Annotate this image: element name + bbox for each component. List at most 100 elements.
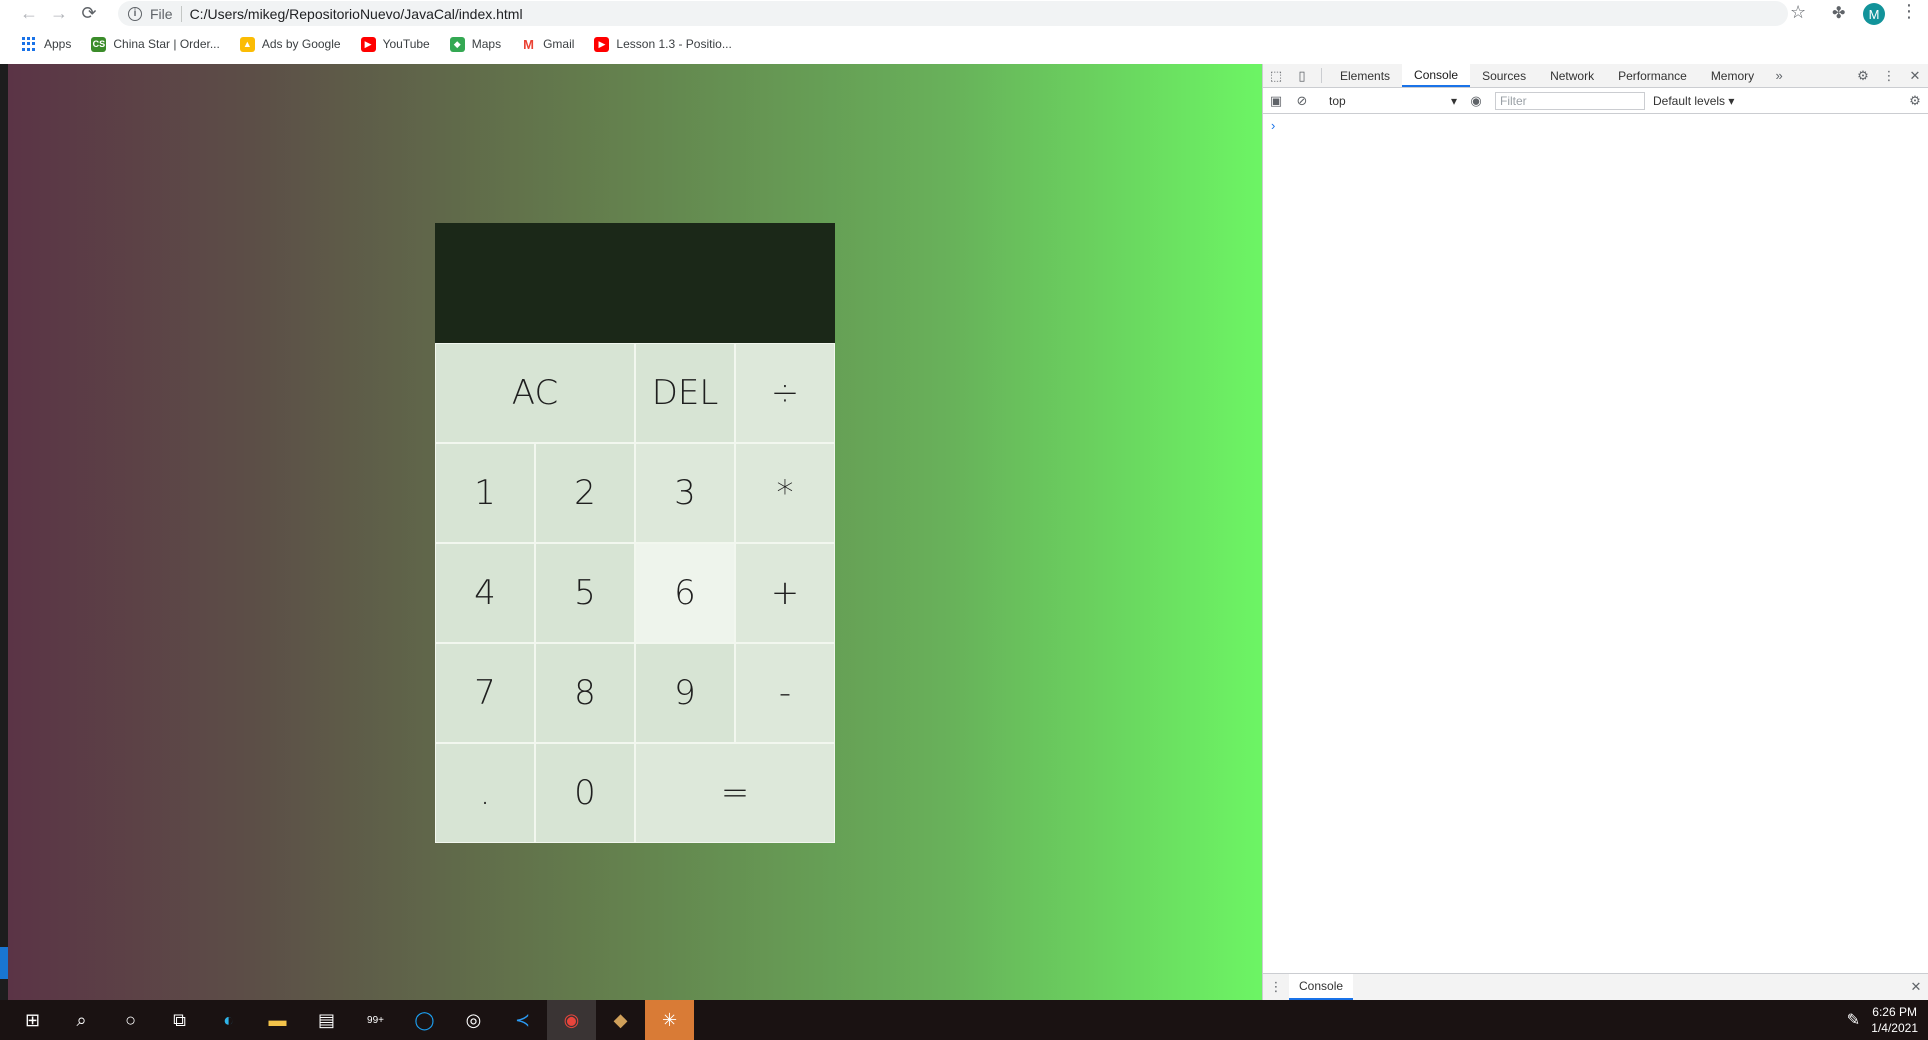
sidebar-toggle-icon[interactable]: ▣ [1263, 93, 1289, 109]
omnibox-divider [180, 5, 182, 22]
calculator-display [435, 223, 835, 343]
equals-button[interactable]: = [635, 743, 835, 843]
more-tabs-icon[interactable]: » [1766, 64, 1792, 87]
site-info-icon[interactable]: i [128, 6, 142, 21]
tab-network[interactable]: Network [1538, 64, 1606, 87]
log-levels-dropdown[interactable]: Default levels ▾ [1653, 94, 1734, 108]
devtools-menu-icon[interactable]: ⋮ [1876, 64, 1902, 87]
tab-divider [1321, 68, 1322, 83]
all-clear-button[interactable]: AC [435, 343, 635, 443]
bookmark-star-icon[interactable]: ☆ [1790, 2, 1806, 23]
digit-2-button[interactable]: 2 [535, 443, 635, 543]
page-viewport: AC DEL ÷ 1 2 3 * 4 5 6 + 7 8 9 - . 0 = [8, 64, 1262, 1000]
bookmark-maps[interactable]: ◆ Maps [449, 36, 502, 52]
decimal-button[interactable]: . [435, 743, 535, 843]
browser-chrome: ← → ⟳ i File C:/Users/mikeg/RepositorioN… [0, 0, 1928, 64]
digit-5-button[interactable]: 5 [535, 543, 635, 643]
divide-button[interactable]: ÷ [735, 343, 835, 443]
digit-1-button[interactable]: 1 [435, 443, 535, 543]
console-settings-gear-icon[interactable]: ⚙ [1902, 93, 1928, 109]
tab-elements[interactable]: Elements [1328, 64, 1402, 87]
settings-gear-icon[interactable]: ⚙ [1850, 64, 1876, 87]
bookmark-label: Gmail [543, 37, 575, 51]
devtools-panel: ⬚ ▯ Elements Console Sources Network Per… [1262, 64, 1928, 1000]
bookmark-youtube[interactable]: ▶ YouTube [360, 36, 430, 52]
reload-button[interactable]: ⟳ [74, 0, 104, 27]
context-label: top [1329, 93, 1346, 108]
bookmark-lesson[interactable]: ▶ Lesson 1.3 - Positio... [594, 36, 732, 52]
close-devtools-icon[interactable]: ✕ [1902, 64, 1928, 87]
address-bar[interactable]: i File C:/Users/mikeg/RepositorioNuevo/J… [118, 1, 1788, 26]
digit-4-button[interactable]: 4 [435, 543, 535, 643]
git-icon[interactable]: ◆ [596, 1000, 645, 1040]
console-toolbar: ▣ ⊘ top ▾ ◉ Filter Default levels ▾ ⚙ [1263, 88, 1928, 114]
calculator: AC DEL ÷ 1 2 3 * 4 5 6 + 7 8 9 - . 0 = [435, 223, 835, 843]
window-edge-accent [0, 947, 8, 979]
back-button[interactable]: ← [14, 0, 44, 27]
slack-icon[interactable]: ✳ [645, 1000, 694, 1040]
profile-avatar[interactable]: M [1863, 3, 1885, 25]
close-drawer-icon[interactable]: ✕ [1903, 979, 1928, 995]
live-expression-eye-icon[interactable]: ◉ [1463, 93, 1489, 109]
bookmark-china-star[interactable]: CS China Star | Order... [91, 36, 220, 52]
digit-8-button[interactable]: 8 [535, 643, 635, 743]
browser-menu-icon[interactable]: ⋮ [1900, 1, 1918, 22]
cortana-icon[interactable]: ○ [106, 1000, 155, 1040]
bookmark-label: Apps [44, 37, 72, 51]
bookmark-label: Maps [471, 37, 502, 51]
digit-9-button[interactable]: 9 [635, 643, 735, 743]
inspect-element-icon[interactable]: ⬚ [1263, 64, 1289, 87]
minus-button[interactable]: - [735, 643, 835, 743]
task-view-icon[interactable]: ⧉ [155, 1000, 204, 1040]
plus-button[interactable]: + [735, 543, 835, 643]
tab-memory[interactable]: Memory [1699, 64, 1766, 87]
chrome-icon[interactable]: ◉ [547, 1000, 596, 1040]
digit-3-button[interactable]: 3 [635, 443, 735, 543]
pen-workspace-icon[interactable]: ✎ [1847, 1010, 1860, 1030]
alexa-icon[interactable]: ◯ [400, 1000, 449, 1040]
system-clock[interactable]: 6:26 PM 1/4/2021 [1871, 1004, 1918, 1036]
bookmark-label: YouTube [382, 37, 430, 51]
store-icon[interactable]: ▤ [302, 1000, 351, 1040]
digit-7-button[interactable]: 7 [435, 643, 535, 743]
app-icon[interactable]: ◎ [449, 1000, 498, 1040]
device-toolbar-icon[interactable]: ▯ [1289, 64, 1315, 87]
youtube-icon: ▶ [360, 36, 376, 52]
apps-grid-icon [22, 36, 37, 52]
tab-performance[interactable]: Performance [1606, 64, 1699, 87]
bookmark-label: Lesson 1.3 - Positio... [616, 37, 732, 51]
vscode-icon[interactable]: ≺ [498, 1000, 547, 1040]
bookmark-apps[interactable]: Apps [22, 36, 72, 52]
digit-0-button[interactable]: 0 [535, 743, 635, 843]
edge-icon[interactable]: ◐ [204, 1000, 253, 1040]
drawer-menu-icon[interactable]: ⋮ [1263, 979, 1289, 995]
delete-button[interactable]: DEL [635, 343, 735, 443]
tab-console[interactable]: Console [1402, 64, 1471, 87]
bookmark-label: Ads by Google [261, 37, 341, 51]
multiply-button[interactable]: * [735, 443, 835, 543]
context-selector[interactable]: top ▾ [1323, 92, 1463, 110]
search-icon[interactable]: ⌕ [57, 1000, 106, 1040]
devtools-tabbar: ⬚ ▯ Elements Console Sources Network Per… [1263, 64, 1928, 88]
console-prompt[interactable]: › [1263, 114, 1928, 137]
dropdown-arrow-icon: ▾ [1450, 93, 1457, 108]
youtube-icon: ▶ [594, 36, 610, 52]
file-explorer-icon[interactable]: ▬ [253, 1000, 302, 1040]
mail-badge: 99+ [367, 1014, 384, 1026]
bookmark-label: China Star | Order... [113, 37, 220, 51]
console-filter-input[interactable]: Filter [1495, 91, 1645, 110]
windows-start-icon[interactable]: ⊞ [8, 1000, 57, 1040]
extensions-puzzle-icon[interactable]: ✤ [1832, 3, 1845, 23]
digit-6-button[interactable]: 6 [635, 543, 735, 643]
bookmark-ads-by-google[interactable]: ▲ Ads by Google [239, 36, 341, 52]
bookmark-gmail[interactable]: M Gmail [521, 36, 575, 52]
devtools-actions: ⚙ ⋮ ✕ [1850, 64, 1928, 87]
clear-console-icon[interactable]: ⊘ [1289, 93, 1315, 109]
google-ads-icon: ▲ [239, 36, 255, 52]
url-text[interactable]: C:/Users/mikeg/RepositorioNuevo/JavaCal/… [190, 6, 523, 22]
forward-button[interactable]: → [44, 0, 74, 27]
mail-icon[interactable]: 99+ [351, 1000, 400, 1040]
clock-date: 1/4/2021 [1871, 1021, 1918, 1035]
drawer-tab-console[interactable]: Console [1289, 974, 1354, 1000]
tab-sources[interactable]: Sources [1470, 64, 1538, 87]
